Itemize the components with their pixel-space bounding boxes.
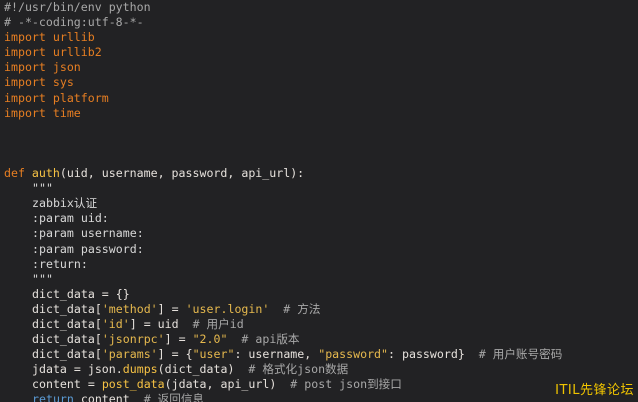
string-literal: 'user.login' (185, 301, 270, 316)
import-keyword: import (4, 75, 46, 90)
function-call: dumps (122, 362, 158, 377)
code-line: import urllib2 (0, 45, 638, 60)
statement: content (73, 392, 130, 402)
code-line: zabbix认证 (0, 196, 638, 211)
code-line: """ (0, 181, 638, 196)
coding-comment: # -*-coding:utf-8-*- (4, 15, 144, 30)
statement: dict_data[ (32, 316, 102, 331)
import-keyword: import (4, 60, 46, 75)
code-line: """ (0, 272, 638, 287)
code-line: :param password: (0, 242, 638, 257)
code-line: import sys (0, 75, 638, 90)
code-line: import urllib (0, 30, 638, 45)
docstring: """ (32, 271, 53, 286)
statement: ] = uid (129, 316, 193, 331)
import-keyword: import (4, 45, 46, 60)
watermark-text: ITIL先锋论坛 (555, 383, 634, 398)
string-literal: 'id' (101, 316, 130, 331)
statement: content = (32, 377, 102, 392)
function-args: (uid, username, password, api_url): (59, 166, 305, 181)
statement: (jdata, api_url) (164, 377, 277, 392)
import-keyword: import (4, 90, 46, 105)
shebang-comment: #!/usr/bin/env python (4, 0, 151, 14)
inline-comment: # 方法 (269, 301, 321, 316)
code-line: import time (0, 106, 638, 121)
code-line: :param uid: (0, 211, 638, 226)
statement: dict_data[ (32, 332, 102, 347)
inline-comment: # 用户id (192, 316, 244, 331)
string-literal: 'jsonrpc' (101, 332, 165, 347)
docstring: :param uid: (32, 211, 109, 226)
code-line: dict_data['id'] = uid # 用户id (0, 317, 638, 332)
return-keyword: return (32, 392, 74, 402)
statement: dict_data[ (32, 301, 102, 316)
code-line: import json (0, 60, 638, 75)
statement: dict_data[ (32, 347, 102, 362)
import-module: urllib (45, 30, 95, 45)
string-literal: "user" (192, 347, 235, 362)
import-module: sys (45, 75, 74, 90)
docstring: :return: (32, 256, 88, 271)
inline-comment: # api版本 (227, 332, 300, 347)
import-module: platform (45, 90, 109, 105)
function-call: post_data (101, 377, 165, 392)
import-module: urllib2 (45, 45, 102, 60)
function-name: auth (24, 166, 60, 181)
code-line: dict_data['method'] = 'user.login' # 方法 (0, 302, 638, 317)
code-editor[interactable]: #!/usr/bin/env python # -*-coding:utf-8-… (0, 0, 638, 402)
code-line: dict_data = {} (0, 287, 638, 302)
code-line: return content # 返回信息 (0, 392, 638, 402)
code-line: # -*-coding:utf-8-*- (0, 15, 638, 30)
code-line: dict_data['params'] = {"user": username,… (0, 347, 638, 362)
import-module: json (45, 60, 81, 75)
string-literal: 'method' (101, 301, 158, 316)
docstring: """ (32, 181, 53, 196)
inline-comment: # 用户账号密码 (464, 347, 563, 362)
code-line: import platform (0, 91, 638, 106)
code-line: #!/usr/bin/env python (0, 0, 638, 15)
code-line: :param username: (0, 226, 638, 241)
code-line: jdata = json.dumps(dict_data) # 格式化json数… (0, 362, 638, 377)
statement: jdata = json. (32, 362, 123, 377)
inline-comment: # 格式化json数据 (234, 362, 349, 377)
docstring: :param username: (32, 226, 144, 241)
code-line: def auth(uid, username, password, api_ur… (0, 166, 638, 181)
docstring: zabbix认证 (32, 196, 98, 211)
inline-comment: # 返回信息 (129, 392, 205, 402)
code-line: content = post_data(jdata, api_url) # po… (0, 377, 638, 392)
statement: : username, (234, 347, 319, 362)
string-literal: "password" (318, 347, 389, 362)
import-keyword: import (4, 105, 46, 120)
statement: ] = (164, 332, 193, 347)
import-module: time (45, 105, 81, 120)
inline-comment: # post json到接口 (276, 377, 402, 392)
statement: ] = (157, 301, 186, 316)
import-keyword: import (4, 30, 46, 45)
def-keyword: def (4, 166, 25, 181)
string-literal: 'params' (101, 347, 158, 362)
statement: dict_data = {} (32, 286, 130, 301)
code-line: dict_data['jsonrpc'] = "2.0" # api版本 (0, 332, 638, 347)
string-literal: "2.0" (192, 332, 228, 347)
docstring: :param password: (32, 241, 144, 256)
statement: (dict_data) (157, 362, 235, 377)
statement: ] = { (157, 347, 193, 362)
statement: : password} (388, 347, 465, 362)
code-line: :return: (0, 257, 638, 272)
